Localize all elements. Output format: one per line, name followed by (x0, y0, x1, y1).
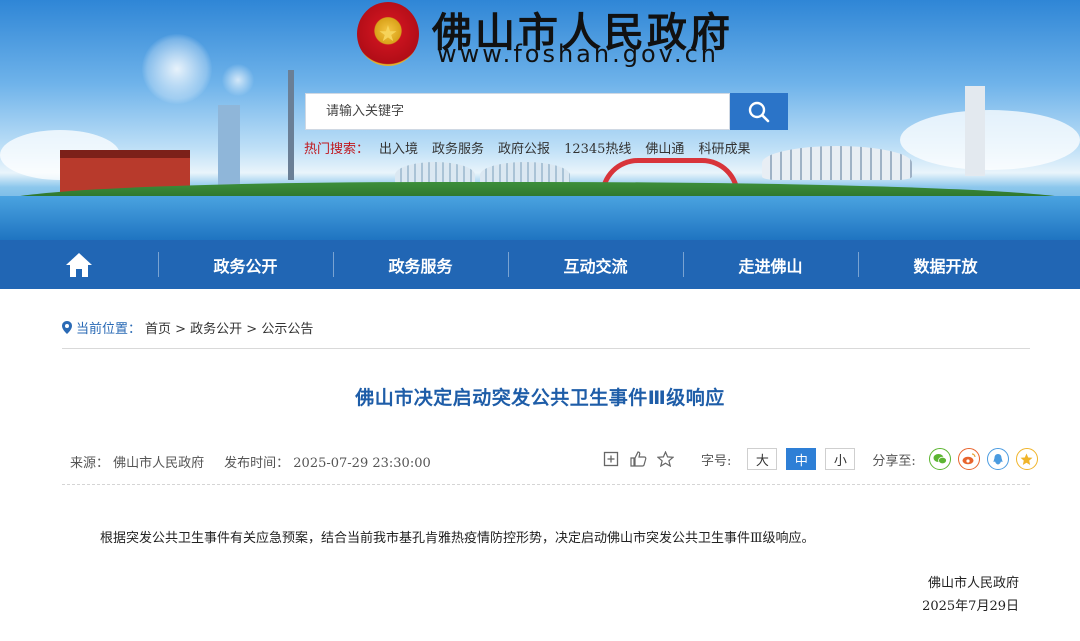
search-input[interactable] (326, 104, 729, 119)
plus-square-icon (603, 451, 619, 467)
nav-item-shuju-kaifang[interactable]: 数据开放 (858, 240, 1033, 289)
font-size-medium-button[interactable]: 中 (786, 448, 817, 470)
article-tools: 字号: 大 中 小 分享至: (600, 448, 1038, 470)
nav-home[interactable] (0, 240, 158, 289)
hot-search-link[interactable]: 政府公报 (498, 138, 550, 157)
breadcrumb: 当前位置： 首页 > 政务公开 > 公示公告 (62, 318, 313, 337)
divider (62, 484, 1030, 485)
share-label: 分享至: (872, 453, 916, 469)
article-source: 来源： 佛山市人民政府 (70, 456, 205, 471)
breadcrumb-path[interactable]: 首页 > 政务公开 > 公示公告 (145, 318, 313, 337)
star-outline-icon (656, 451, 674, 467)
signature-org: 佛山市人民政府 (927, 576, 1019, 591)
share-wechat-button[interactable] (928, 448, 951, 470)
add-favorite-button[interactable] (600, 448, 622, 470)
location-pin-icon (62, 321, 72, 334)
main-nav: 政务公开 政务服务 互动交流 走进佛山 数据开放 (0, 240, 1080, 289)
qzone-star-icon (1020, 453, 1033, 465)
hot-search-link[interactable]: 佛山通 (645, 138, 684, 157)
thumbs-up-icon (629, 451, 646, 467)
hot-search-link[interactable]: 科研成果 (698, 138, 750, 157)
hot-search-link[interactable]: 政务服务 (432, 138, 484, 157)
cloud-decoration (900, 110, 1080, 170)
nav-item-zoujin-foshan[interactable]: 走进佛山 (683, 240, 858, 289)
share-qzone-button[interactable] (1015, 448, 1038, 470)
font-size-label: 字号: (701, 453, 732, 469)
site-url: www.foshan.gov.cn (437, 40, 719, 68)
water-decoration (0, 196, 1080, 240)
share-qq-button[interactable] (986, 448, 1009, 470)
nav-item-zhengwu-gongkai[interactable]: 政务公开 (158, 240, 333, 289)
article-body: 根据突发公共卫生事件有关应急预案，结合当前我市基孔肯雅热疫情防控形势，决定启动佛… (100, 531, 815, 546)
star-button[interactable] (654, 448, 676, 470)
stadium-decoration (762, 146, 912, 180)
article-publish-time: 发布时间： 2025-07-29 23:30:00 (224, 456, 431, 471)
search-box[interactable] (305, 93, 730, 130)
national-emblem-icon: ★ (357, 2, 419, 66)
article-title: 佛山市决定启动突发公共卫生事件Ⅲ级响应 (355, 387, 725, 409)
wechat-icon (933, 454, 947, 465)
like-button[interactable] (627, 448, 649, 470)
building-decoration (218, 105, 240, 185)
search-button[interactable] (730, 93, 788, 130)
share-weibo-button[interactable] (957, 448, 980, 470)
font-size-small-button[interactable]: 小 (825, 448, 856, 470)
home-icon (66, 252, 92, 277)
font-size-large-button[interactable]: 大 (747, 448, 778, 470)
nav-item-hudong-jiaoliu[interactable]: 互动交流 (508, 240, 683, 289)
article-meta: 来源： 佛山市人民政府 发布时间： 2025-07-29 23:30:00 (70, 452, 431, 471)
hot-search-label: 热门搜索： (304, 142, 370, 157)
breadcrumb-label: 当前位置： (76, 322, 142, 337)
qq-icon (993, 453, 1003, 464)
divider (62, 348, 1030, 349)
hot-search-link[interactable]: 12345热线 (564, 138, 631, 157)
nav-item-zhengwu-fuwu[interactable]: 政务服务 (333, 240, 508, 289)
sun-decoration (142, 34, 212, 104)
header-banner: ★ 佛山市人民政府 www.foshan.gov.cn 热门搜索： 出入境 政务… (0, 0, 1080, 240)
signature-date: 2025年7月29日 (922, 599, 1019, 614)
sun-decoration (222, 64, 254, 96)
tv-tower-decoration (288, 70, 294, 180)
search-icon (748, 101, 770, 122)
hot-search-link[interactable]: 出入境 (379, 138, 418, 157)
weibo-icon (962, 453, 976, 465)
hot-search: 热门搜索： 出入境 政务服务 政府公报 12345热线 佛山通 科研成果 (304, 138, 750, 157)
building-decoration (965, 86, 985, 176)
